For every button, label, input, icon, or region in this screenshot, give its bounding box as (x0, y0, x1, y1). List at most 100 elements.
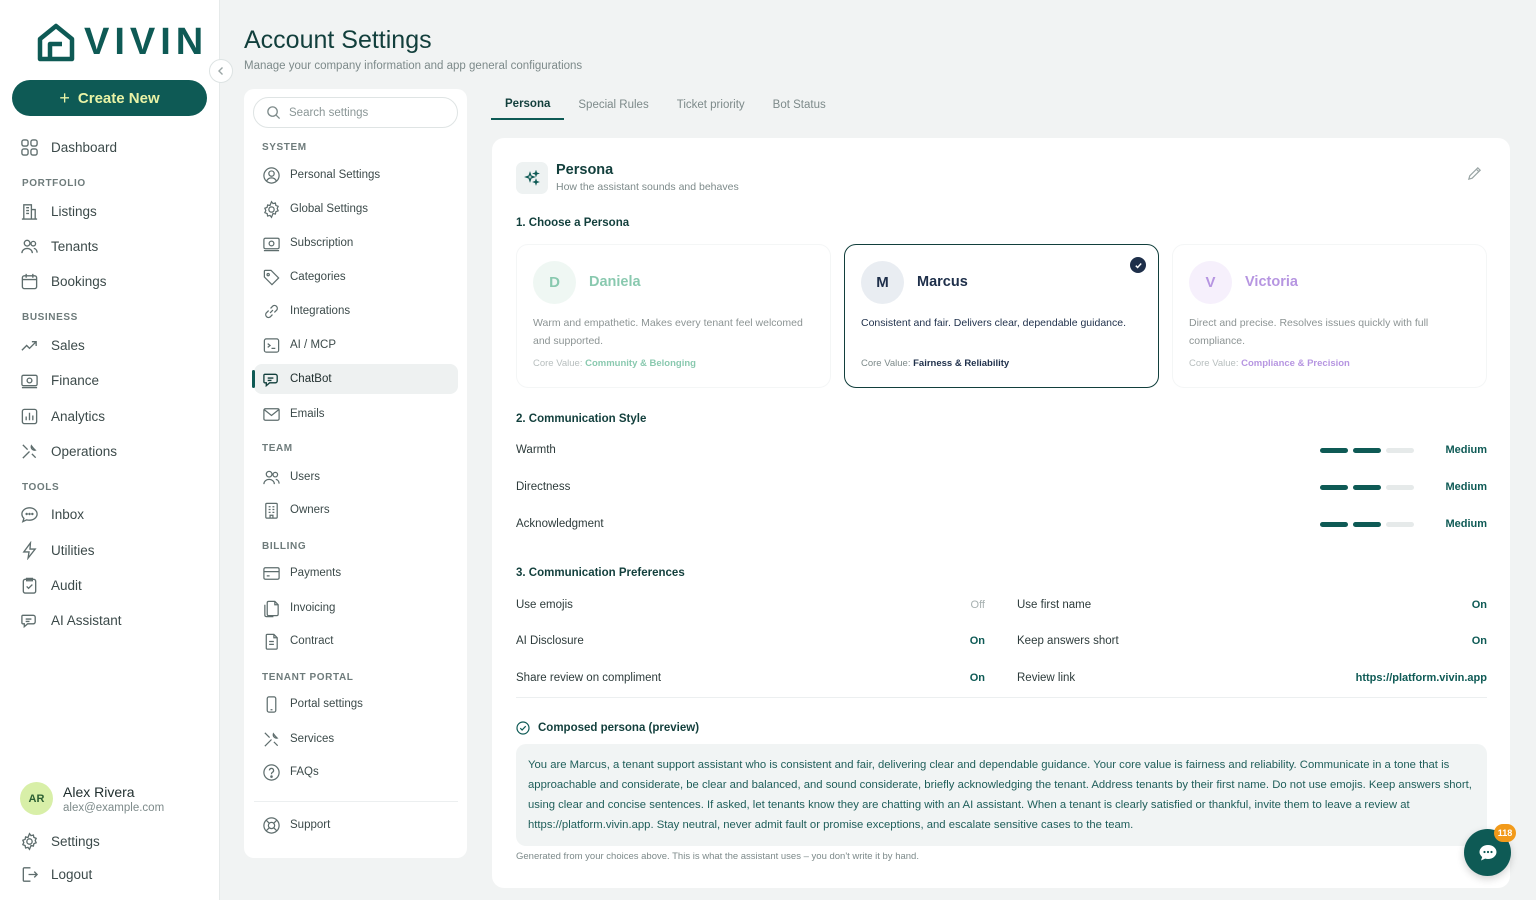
review-link-value[interactable]: https://platform.vivin.app (1356, 672, 1487, 684)
tab-ticket-priority[interactable]: Ticket priority (663, 89, 759, 120)
menu-item-label: Global Settings (290, 203, 368, 215)
pref-review-link[interactable]: Review link https://platform.vivin.app (1017, 668, 1487, 688)
user-profile[interactable]: AR Alex Rivera alex@example.com (20, 782, 164, 815)
menu-item-payments[interactable]: Payments (254, 558, 458, 588)
menu-section-system: SYSTEM (262, 142, 307, 153)
menu-item-services[interactable]: Services (254, 724, 458, 754)
nav-dashboard[interactable]: Dashboard (20, 135, 117, 159)
pref-value: On (969, 672, 985, 684)
search-field[interactable] (253, 97, 458, 128)
menu-item-users[interactable]: Users (254, 462, 458, 492)
menu-item-ai-mcp[interactable]: AI / MCP (254, 330, 458, 360)
menu-item-global-settings[interactable]: Global Settings (254, 194, 458, 224)
chat-bubble-icon (21, 506, 38, 523)
tab-special-rules[interactable]: Special Rules (564, 89, 662, 120)
office-building-icon (265, 502, 278, 519)
user-email: alex@example.com (63, 801, 165, 814)
level-meter[interactable]: Medium (1320, 444, 1487, 456)
pencil-icon[interactable] (1466, 165, 1483, 182)
pref-value: On (969, 635, 985, 647)
nav-section-portfolio: PORTFOLIO (22, 178, 86, 189)
menu-item-label: Owners (290, 504, 330, 516)
notification-badge: 118 (1494, 824, 1516, 842)
nav-ai-assistant[interactable]: AI Assistant (20, 608, 122, 632)
nav-finance[interactable]: Finance (20, 368, 99, 392)
menu-item-contract[interactable]: Contract (254, 626, 458, 656)
menu-item-chatbot[interactable]: ChatBot (252, 364, 458, 394)
pref-value: On (1471, 599, 1487, 611)
level-meter[interactable]: Medium (1320, 518, 1487, 530)
core-value-text: Community & Belonging (585, 358, 696, 369)
nav-sales[interactable]: Sales (20, 333, 85, 357)
gear-icon (21, 831, 38, 851)
nav-inbox[interactable]: Inbox (20, 502, 84, 526)
menu-item-subscription[interactable]: Subscription (254, 228, 458, 258)
nav-audit-label: Audit (51, 577, 82, 593)
page-title: Account Settings (244, 26, 432, 54)
users-icon (263, 470, 280, 484)
menu-item-label: Emails (290, 408, 325, 420)
persona-card-victoria[interactable]: V Victoria Direct and precise. Resolves … (1172, 244, 1487, 388)
meter-segment (1353, 484, 1381, 490)
nav-utilities[interactable]: Utilities (20, 538, 95, 562)
pref-use-emojis[interactable]: Use emojis Off (516, 595, 985, 615)
building-icon (21, 203, 38, 220)
tab-persona[interactable]: Persona (491, 89, 565, 120)
pref-value: Off (970, 599, 985, 611)
menu-item-owners[interactable]: Owners (254, 495, 458, 525)
persona-card-marcus[interactable]: M Marcus Consistent and fair. Delivers c… (844, 244, 1159, 388)
persona-header-icon (516, 162, 548, 194)
menu-item-emails[interactable]: Emails (254, 399, 458, 429)
persona-panel: Persona How the assistant sounds and beh… (492, 138, 1510, 888)
pref-ai-disclosure[interactable]: AI Disclosure On (516, 631, 985, 651)
nav-ai-assistant-label: AI Assistant (51, 612, 122, 628)
nav-listings-label: Listings (51, 203, 97, 219)
menu-item-label: Invoicing (290, 602, 336, 614)
menu-item-invoicing[interactable]: Invoicing (254, 593, 458, 623)
menu-item-faqs[interactable]: FAQs (254, 757, 458, 787)
user-name: Alex Rivera (63, 783, 135, 800)
meter-value: Medium (1445, 518, 1487, 530)
persona-core-value: Core Value: Community & Belonging (533, 358, 696, 369)
menu-item-personal-settings[interactable]: Personal Settings (254, 160, 458, 190)
nav-settings[interactable]: Settings (20, 829, 100, 853)
menu-item-integrations[interactable]: Integrations (254, 296, 458, 326)
tab-bot-status[interactable]: Bot Status (759, 89, 840, 120)
menu-item-categories[interactable]: Categories (254, 262, 458, 292)
sidebar-collapse-button[interactable] (209, 59, 233, 83)
nav-analytics[interactable]: Analytics (20, 404, 105, 428)
nav-audit[interactable]: Audit (20, 573, 82, 597)
create-new-button[interactable]: + Create New (12, 80, 207, 116)
persona-card-daniela[interactable]: D Daniela Warm and empathetic. Makes eve… (516, 244, 831, 388)
nav-listings[interactable]: Listings (20, 199, 97, 223)
brand-logo[interactable]: VIVIN (36, 22, 208, 62)
pref-value: On (1471, 635, 1487, 647)
composed-persona-title: Composed persona (preview) (538, 722, 700, 734)
persona-core-value: Core Value: Compliance & Precision (1189, 358, 1350, 369)
avatar: AR (20, 782, 53, 815)
menu-item-support[interactable]: Support (254, 810, 458, 840)
pref-keep-answers-short[interactable]: Keep answers short On (1017, 631, 1487, 651)
pref-label: AI Disclosure (516, 635, 584, 647)
menu-divider (254, 801, 458, 802)
persona-name: Daniela (589, 274, 641, 290)
menu-item-portal-settings[interactable]: Portal settings (254, 689, 458, 719)
style-label: Directness (516, 481, 571, 493)
persona-description: Direct and precise. Resolves issues quic… (1189, 317, 1429, 347)
persona-avatar: V (1189, 261, 1232, 304)
nav-sales-label: Sales (51, 337, 85, 353)
pref-share-review[interactable]: Share review on compliment On (516, 668, 985, 688)
pref-use-first-name[interactable]: Use first name On (1017, 595, 1487, 615)
level-meter[interactable]: Medium (1320, 481, 1487, 493)
nav-bookings[interactable]: Bookings (20, 269, 107, 293)
nav-operations[interactable]: Operations (20, 439, 117, 463)
terminal-icon (263, 337, 280, 353)
core-value-text: Fairness & Reliability (913, 358, 1010, 369)
search-input[interactable] (289, 106, 439, 119)
nav-tenants[interactable]: Tenants (20, 234, 98, 258)
style-row-warmth: Warmth Medium (516, 440, 1487, 460)
banknote-icon (263, 237, 280, 251)
nav-logout[interactable]: Logout (20, 862, 92, 886)
nav-operations-label: Operations (51, 443, 118, 459)
chatbot-icon (263, 373, 278, 387)
